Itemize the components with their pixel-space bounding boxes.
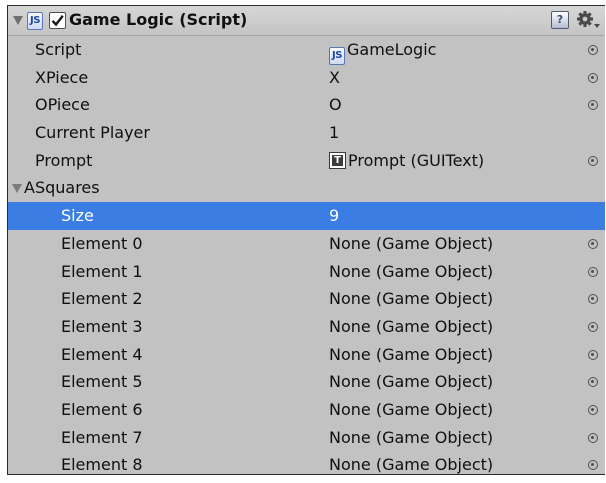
field-label: XPiece bbox=[35, 67, 89, 87]
element-label: Element 7 bbox=[61, 427, 143, 447]
element-label: Element 5 bbox=[61, 372, 143, 392]
array-size-field[interactable]: 9 bbox=[329, 202, 339, 230]
element-object-field[interactable]: None (Game Object) bbox=[329, 396, 493, 424]
array-label: ASquares bbox=[24, 178, 100, 198]
object-picker-icon[interactable] bbox=[588, 155, 598, 166]
element-object-field[interactable]: None (Game Object) bbox=[329, 424, 493, 452]
array-element-row: Element 2 None (Game Object) bbox=[8, 285, 605, 313]
element-label: Element 3 bbox=[61, 316, 143, 336]
object-picker-icon[interactable] bbox=[588, 100, 598, 111]
object-picker-icon[interactable] bbox=[588, 294, 598, 305]
field-label: Current Player bbox=[35, 123, 150, 143]
component-title: Game Logic (Script) bbox=[69, 10, 248, 29]
component-header[interactable]: JS Game Logic (Script) ? bbox=[8, 6, 605, 36]
array-element-row: Element 6 None (Game Object) bbox=[8, 396, 605, 424]
element-label: Element 6 bbox=[61, 399, 143, 419]
array-element-row: Element 5 None (Game Object) bbox=[8, 368, 605, 396]
js-script-icon: JS bbox=[27, 12, 43, 30]
element-object-field[interactable]: None (Game Object) bbox=[329, 285, 493, 313]
object-picker-icon[interactable] bbox=[588, 404, 598, 415]
element-object-field[interactable]: None (Game Object) bbox=[329, 230, 493, 258]
element-object-field[interactable]: None (Game Object) bbox=[329, 258, 493, 286]
object-picker-icon[interactable] bbox=[588, 349, 598, 360]
prompt-reference-field[interactable]: T Prompt (GUIText) bbox=[329, 147, 484, 175]
field-row-prompt: Prompt T Prompt (GUIText) bbox=[8, 147, 605, 175]
element-label: Element 8 bbox=[61, 455, 143, 475]
field-row-xpiece: XPiece X bbox=[8, 64, 605, 92]
element-label: Element 2 bbox=[61, 289, 143, 309]
object-picker-icon[interactable] bbox=[588, 377, 598, 388]
object-picker-icon[interactable] bbox=[588, 72, 598, 83]
array-size-row: Size 9 bbox=[8, 202, 605, 230]
field-value: GameLogic bbox=[347, 40, 437, 59]
foldout-arrow-icon[interactable] bbox=[12, 184, 22, 194]
element-object-field[interactable]: None (Game Object) bbox=[329, 451, 493, 474]
array-element-row: Element 1 None (Game Object) bbox=[8, 258, 605, 286]
component-foldout-arrow-icon[interactable] bbox=[13, 16, 23, 25]
field-value: Prompt (GUIText) bbox=[348, 150, 485, 170]
array-foldout-asquares[interactable]: ASquares bbox=[8, 174, 605, 202]
array-element-row: Element 3 None (Game Object) bbox=[8, 313, 605, 341]
array-element-row: Element 7 None (Game Object) bbox=[8, 424, 605, 452]
property-list: Script JS GameLogic XPiece X OPiece O Cur… bbox=[8, 36, 605, 475]
field-row-opiece: OPiece O bbox=[8, 91, 605, 119]
element-label: Element 1 bbox=[61, 261, 143, 281]
current-player-field[interactable]: 1 bbox=[329, 119, 339, 147]
script-reference-field[interactable]: JS GameLogic bbox=[329, 36, 436, 65]
array-element-row: Element 4 None (Game Object) bbox=[8, 341, 605, 369]
field-label: Script bbox=[35, 40, 82, 59]
object-picker-icon[interactable] bbox=[588, 321, 598, 332]
xpiece-field[interactable]: X bbox=[329, 64, 340, 92]
field-row-script: Script JS GameLogic bbox=[8, 36, 605, 65]
field-label: OPiece bbox=[35, 95, 90, 115]
object-picker-icon[interactable] bbox=[588, 266, 598, 277]
guitext-icon: T bbox=[329, 151, 346, 169]
element-object-field[interactable]: None (Game Object) bbox=[329, 313, 493, 341]
object-picker-icon[interactable] bbox=[588, 432, 598, 443]
object-picker-icon[interactable] bbox=[588, 460, 598, 471]
element-label: Element 4 bbox=[61, 344, 143, 364]
field-row-current-player: Current Player 1 bbox=[8, 119, 605, 147]
help-icon[interactable]: ? bbox=[551, 11, 569, 29]
element-object-field[interactable]: None (Game Object) bbox=[329, 368, 493, 396]
field-label: Size bbox=[61, 206, 94, 226]
object-picker-icon[interactable] bbox=[588, 45, 598, 55]
field-label: Prompt bbox=[35, 150, 93, 170]
inspector-panel: JS Game Logic (Script) ? Script JS GameL… bbox=[7, 5, 605, 475]
js-script-icon: JS bbox=[329, 47, 345, 65]
array-element-row: Element 0 None (Game Object) bbox=[8, 230, 605, 258]
component-enabled-checkbox[interactable] bbox=[49, 12, 66, 29]
checkmark-icon bbox=[51, 15, 64, 27]
array-element-row: Element 8 None (Game Object) bbox=[8, 451, 605, 475]
opiece-field[interactable]: O bbox=[329, 91, 342, 119]
object-picker-icon[interactable] bbox=[588, 238, 598, 249]
element-object-field[interactable]: None (Game Object) bbox=[329, 341, 493, 369]
element-label: Element 0 bbox=[61, 233, 143, 253]
gear-icon[interactable] bbox=[575, 8, 601, 32]
